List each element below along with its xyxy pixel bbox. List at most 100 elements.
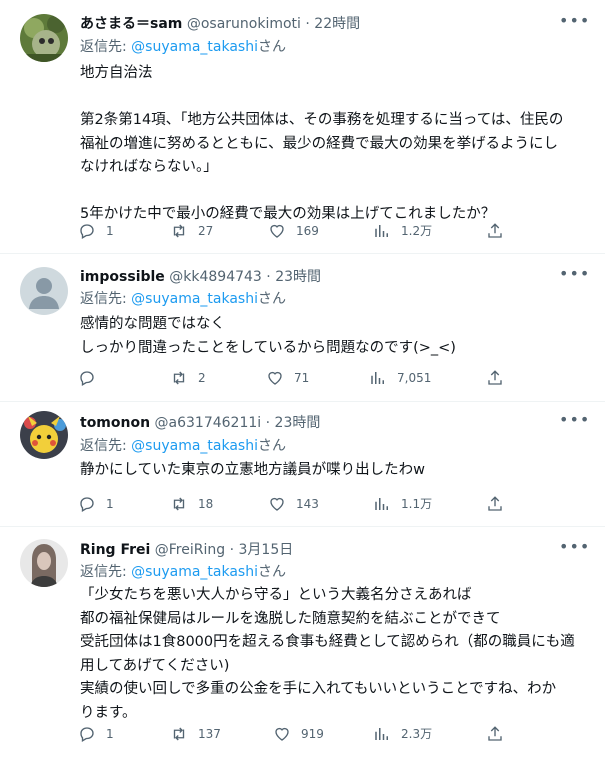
separator-dot: ·: [266, 269, 271, 285]
share-button[interactable]: [486, 221, 514, 241]
action-bar: 2 71 7,051: [78, 368, 518, 388]
reply-prefix: 返信先:: [80, 564, 132, 580]
display-name[interactable]: あさまる＝sam: [80, 16, 182, 32]
separator-dot: ·: [229, 542, 235, 558]
like-button[interactable]: 71: [266, 368, 309, 388]
text-line: 都の福祉保健局はルールを逸脱した随意契約を結ぶことができて: [80, 610, 501, 627]
display-name[interactable]: impossible: [80, 269, 165, 285]
more-options-icon[interactable]: •••: [559, 13, 589, 34]
retweet-icon: [173, 727, 185, 741]
more-options-icon[interactable]: •••: [559, 412, 589, 433]
avatar[interactable]: [20, 14, 68, 62]
retweet-icon: [173, 497, 185, 511]
views-button[interactable]: 1.2万: [373, 221, 432, 241]
text-line: 実績の使い回しで多重の公金を手に入れてもいいということですね、わか: [80, 681, 557, 697]
user-handle[interactable]: @a631746211i: [155, 415, 262, 431]
retweet-button[interactable]: 18: [170, 494, 213, 514]
tweet-text: 地方自治法 第2条第14項、「地方公共団体は、その事務を処理するに当っては、住民…: [80, 62, 585, 227]
reply-prefix: 返信先:: [80, 39, 132, 55]
like-count: 143: [296, 497, 319, 511]
like-button[interactable]: 169: [268, 221, 319, 241]
share-icon: [488, 370, 502, 385]
display-name[interactable]: Ring Frei: [80, 542, 150, 558]
avatar[interactable]: [20, 539, 68, 587]
retweet-button[interactable]: 27: [170, 221, 213, 241]
view-count: 1.2万: [401, 224, 433, 238]
reply-icon: [80, 224, 94, 239]
tweet-card[interactable]: あさまる＝sam @osarunokimoti · 22時間 ••• 返信先: …: [0, 0, 605, 254]
analytics-icon: [371, 372, 384, 384]
reply-button[interactable]: [78, 368, 106, 388]
retweet-icon: [173, 224, 185, 238]
tweet-text: 感情的な問題ではなく しっかり間違ったことをしているから問題なのです(>_<): [80, 313, 585, 360]
share-icon: [488, 726, 502, 741]
avatar[interactable]: [20, 411, 68, 459]
like-button[interactable]: 143: [268, 494, 319, 514]
timestamp[interactable]: 23時間: [275, 269, 321, 285]
reply-icon: [80, 727, 94, 742]
text-line: 受託団体は1食8000円を超える食事も経費として認められ（都の職員にも適: [80, 634, 575, 650]
more-options-icon[interactable]: •••: [559, 266, 589, 287]
like-button[interactable]: 919: [273, 724, 324, 744]
share-button[interactable]: [486, 368, 514, 388]
more-options-icon[interactable]: •••: [559, 539, 589, 560]
share-button[interactable]: [486, 494, 514, 514]
share-icon: [488, 223, 502, 238]
avatar[interactable]: [20, 267, 68, 315]
reply-prefix: 返信先:: [80, 438, 132, 454]
tweet-header: impossible @kk4894743 · 23時間: [80, 267, 321, 287]
user-handle[interactable]: @FreiRing: [155, 542, 225, 558]
tweet-card[interactable]: tomonon @a631746211i · 23時間 ••• 返信先: @su…: [0, 402, 605, 527]
reply-suffix: さん: [258, 39, 286, 55]
timestamp[interactable]: 22時間: [314, 16, 360, 32]
timestamp[interactable]: 23時間: [275, 415, 321, 431]
user-handle[interactable]: @osarunokimoti: [187, 16, 301, 32]
tweet-card[interactable]: impossible @kk4894743 · 23時間 ••• 返信先: @s…: [0, 254, 605, 402]
heart-icon: [268, 371, 282, 385]
retweet-icon: [173, 371, 185, 385]
reply-mention-link[interactable]: @suyama_takashi: [131, 39, 258, 55]
reply-to-line: 返信先: @suyama_takashiさん: [80, 289, 286, 309]
text-line: 福祉の増進に努めるとともに、最少の経費で最大の効果を挙げるようにし: [80, 135, 559, 152]
text-line: 用してあげてください): [80, 657, 230, 674]
heart-icon: [275, 727, 289, 741]
reply-button[interactable]: 1: [78, 494, 114, 514]
reply-count: 1: [106, 497, 114, 511]
reply-suffix: さん: [258, 564, 286, 580]
like-count: 71: [294, 371, 310, 385]
views-button[interactable]: 1.1万: [373, 494, 432, 514]
reply-mention-link[interactable]: @suyama_takashi: [131, 564, 258, 580]
views-button[interactable]: 7,051: [369, 368, 431, 388]
action-bar: 1 27 169 1.2万: [78, 221, 518, 241]
analytics-icon: [375, 225, 388, 237]
timestamp[interactable]: 3月15日: [239, 542, 294, 558]
display-name[interactable]: tomonon: [80, 415, 150, 431]
reply-suffix: さん: [258, 438, 286, 454]
views-button[interactable]: 2.3万: [373, 724, 432, 744]
text-line: 静かにしていた東京の立憲地方議員が喋り出したわw: [80, 462, 425, 478]
reply-prefix: 返信先:: [80, 291, 132, 307]
text-line: ります。: [80, 704, 137, 721]
like-count: 919: [301, 727, 324, 741]
reply-count: 1: [106, 224, 114, 238]
retweet-button[interactable]: 2: [170, 368, 206, 388]
tweet-card[interactable]: Ring Frei @FreiRing · 3月15日 ••• 返信先: @su…: [0, 527, 605, 762]
reply-count: 1: [106, 727, 114, 741]
reply-suffix: さん: [258, 291, 286, 307]
retweet-count: 2: [198, 371, 206, 385]
reply-button[interactable]: 1: [78, 221, 114, 241]
reply-mention-link[interactable]: @suyama_takashi: [131, 438, 258, 454]
text-line: 「少女たちを悪い大人から守る」という大義名分さえあれば: [80, 587, 472, 603]
retweet-count: 27: [198, 224, 214, 238]
like-count: 169: [296, 224, 319, 238]
user-handle[interactable]: @kk4894743: [169, 269, 262, 285]
retweet-button[interactable]: 137: [170, 724, 221, 744]
text-line: しっかり間違ったことをしているから問題なのです(>_<): [80, 339, 456, 356]
action-bar: 1 137 919 2.3万: [78, 724, 518, 744]
analytics-icon: [375, 728, 388, 740]
reply-button[interactable]: 1: [78, 724, 114, 744]
tweet-text: 静かにしていた東京の立憲地方議員が喋り出したわw: [80, 459, 585, 483]
share-button[interactable]: [486, 724, 514, 744]
view-count: 1.1万: [401, 497, 433, 511]
reply-mention-link[interactable]: @suyama_takashi: [131, 291, 258, 307]
